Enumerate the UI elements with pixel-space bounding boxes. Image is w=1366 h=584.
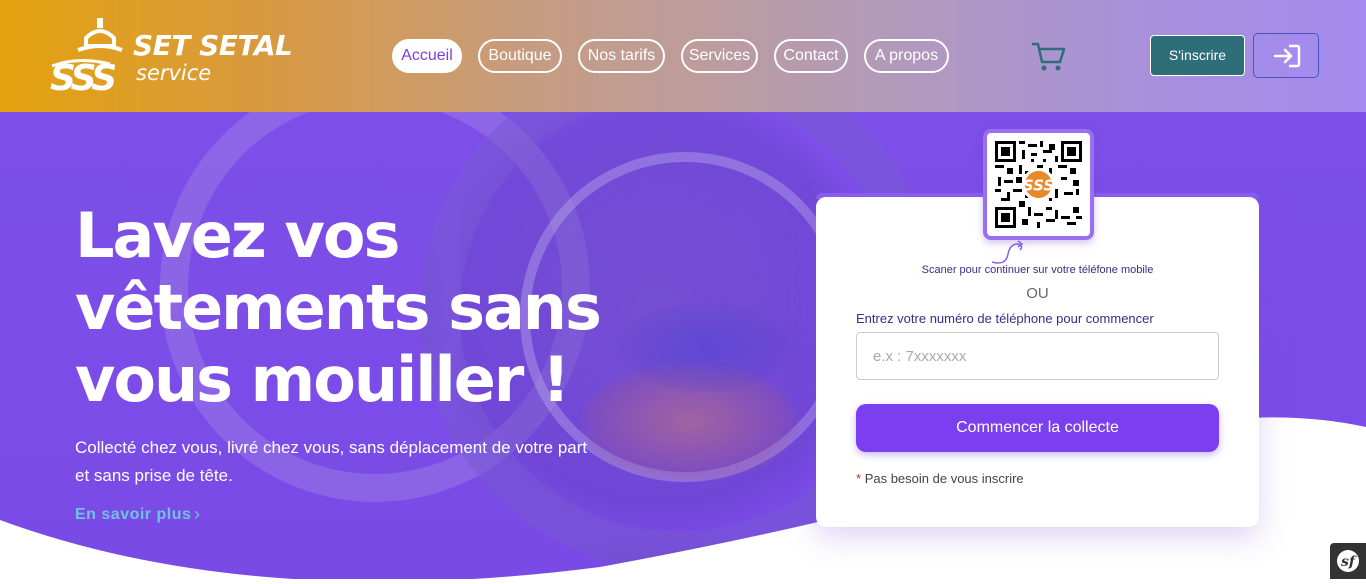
login-button[interactable]	[1253, 33, 1319, 78]
or-separator: OU	[1026, 285, 1049, 302]
no-signup-note: * Pas besoin de vous inscrire	[856, 471, 1024, 486]
qr-code: SSS	[983, 129, 1094, 240]
symfony-icon: sf	[1337, 550, 1359, 572]
signup-button[interactable]: S'inscrire	[1150, 35, 1245, 76]
symfony-toolbar-toggle[interactable]: sf	[1330, 543, 1366, 579]
brand-subtitle: service	[136, 61, 212, 85]
phone-input[interactable]	[856, 332, 1219, 380]
site-header: SSS SET SETAL service Accueil Boutique N…	[0, 0, 1366, 112]
required-star: *	[856, 471, 862, 486]
hero-subtitle: Collecté chez vous, livré chez vous, san…	[75, 438, 588, 485]
brand-name: SET SETAL	[133, 29, 293, 62]
nav-nos-tarifs[interactable]: Nos tarifs	[578, 39, 665, 73]
start-collect-button[interactable]: Commencer la collecte	[856, 404, 1219, 452]
svg-text:SSS: SSS	[1023, 177, 1054, 195]
qr-code-icon: SSS	[995, 141, 1082, 228]
nav-contact[interactable]: Contact	[774, 39, 848, 73]
logo-icon: SSS	[50, 18, 123, 99]
nav-services[interactable]: Services	[681, 39, 758, 73]
nav-accueil[interactable]: Accueil	[392, 39, 462, 73]
hero-title: Lavez vos vêtements sans vous mouiller !	[75, 199, 602, 416]
phone-label: Entrez votre numéro de téléphone pour co…	[856, 311, 1154, 326]
nav-a-propos[interactable]: A propos	[864, 39, 949, 73]
curly-arrow-icon	[991, 240, 1024, 264]
learn-more-link[interactable]: En savoir plus	[75, 506, 191, 524]
nav-boutique[interactable]: Boutique	[478, 39, 562, 73]
cart-icon[interactable]	[1030, 40, 1066, 72]
chevron-right-icon[interactable]: ›	[194, 504, 200, 525]
scan-instruction: Scaner pour continuer sur votre téléfone…	[921, 264, 1154, 276]
no-signup-text: Pas besoin de vous inscrire	[864, 471, 1024, 486]
login-icon	[1273, 44, 1301, 68]
